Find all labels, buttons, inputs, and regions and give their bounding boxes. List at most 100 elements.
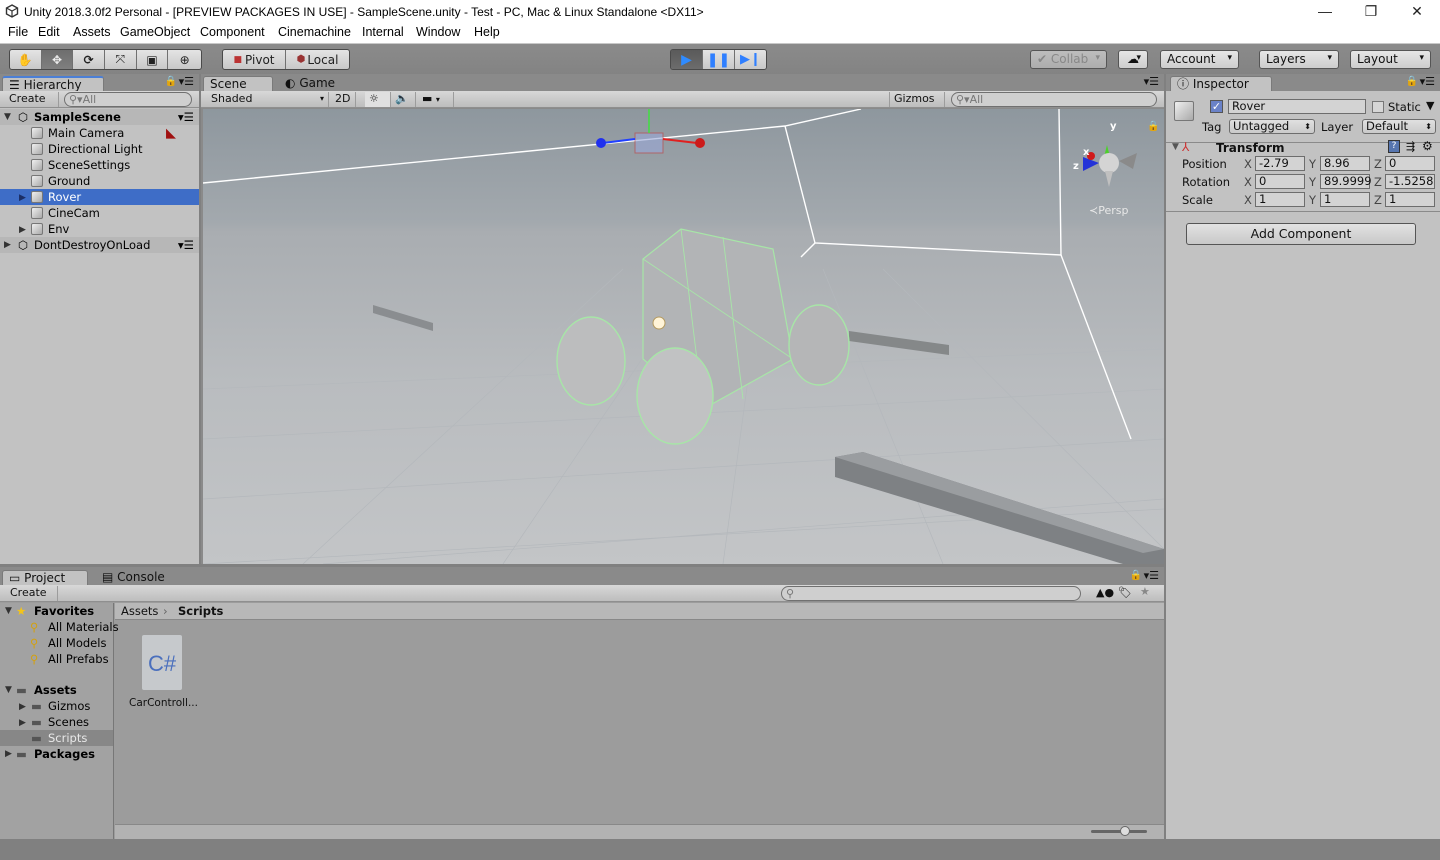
gameobject-icon[interactable]	[1174, 101, 1194, 121]
projection-toggle[interactable]: ≺Persp	[1089, 204, 1128, 217]
position-x-field[interactable]: -2.79	[1255, 156, 1305, 171]
menu-help[interactable]: Help	[474, 25, 500, 39]
hierarchy-item[interactable]: Directional Light	[0, 141, 199, 157]
lock-icon[interactable]: 🔒	[1406, 76, 1418, 87]
scale-y-field[interactable]: 1	[1320, 192, 1370, 207]
packages-row[interactable]: ▶ ▬ Packages	[0, 746, 113, 762]
lighting-toggle[interactable]: ☼	[365, 92, 391, 107]
scene-root-row[interactable]: ▼ ⬡ SampleScene ▾☰	[0, 109, 199, 125]
panel-menu-icon[interactable]: ▾☰	[1144, 75, 1159, 88]
restore-button[interactable]: ❐	[1348, 0, 1394, 24]
tab-hierarchy[interactable]: ☰ Hierarchy	[2, 76, 104, 92]
2d-toggle[interactable]: 2D	[331, 92, 356, 107]
gizmo-lock-icon[interactable]: 🔒	[1147, 121, 1159, 132]
rotation-x-field[interactable]: 0	[1255, 174, 1305, 189]
pause-button[interactable]: ❚❚	[703, 50, 735, 69]
asset-folder-item[interactable]: ▶ ▬ Scenes	[0, 714, 113, 730]
gear-icon[interactable]: ⚙	[1422, 139, 1433, 153]
lock-icon[interactable]: 🔒	[165, 76, 177, 87]
asset-folder-item[interactable]: ▬ Scripts	[0, 730, 113, 746]
menu-component[interactable]: Component	[200, 25, 265, 39]
favorite-item[interactable]: ⚲ All Prefabs	[0, 651, 113, 667]
add-component-button[interactable]: Add Component	[1186, 223, 1416, 245]
filter-by-label-icon[interactable]: 🏷	[1118, 586, 1132, 599]
expand-arrow-icon[interactable]: ▶	[19, 715, 26, 731]
tab-project[interactable]: ▭ Project	[2, 570, 88, 585]
project-create-button[interactable]: Create ▾	[6, 586, 58, 613]
tab-game[interactable]: ◐ Game	[279, 76, 349, 91]
layers-dropdown[interactable]: Layers	[1259, 50, 1339, 69]
hierarchy-item[interactable]: SceneSettings	[0, 157, 199, 173]
position-y-field[interactable]: 8.96	[1320, 156, 1370, 171]
cloud-button[interactable]: ☁	[1118, 50, 1148, 69]
filter-by-type-icon[interactable]: ▲●	[1096, 586, 1114, 599]
orientation-gizmo[interactable]	[1083, 145, 1137, 187]
tab-scene[interactable]: Scene	[203, 76, 273, 91]
object-name-field[interactable]: Rover	[1228, 99, 1366, 114]
expand-arrow-icon[interactable]: ▶	[19, 190, 26, 206]
rotation-y-field[interactable]: 89.9999	[1320, 174, 1372, 189]
project-search-input[interactable]: ⚲	[781, 586, 1081, 601]
panel-menu-icon[interactable]: ▾☰	[1144, 569, 1159, 582]
collab-dropdown[interactable]: ✔ Collab	[1030, 50, 1107, 69]
rotation-z-field[interactable]: -1.5258	[1385, 174, 1435, 189]
hand-tool-button[interactable]: ✋	[10, 50, 42, 69]
scene-viewport[interactable]: y x z 🔒 ≺Persp	[203, 109, 1164, 564]
lock-icon[interactable]: 🔒	[1130, 570, 1142, 581]
collapse-arrow-icon[interactable]: ▼	[1172, 142, 1179, 152]
menu-window[interactable]: Window	[416, 25, 460, 39]
rect-tool-button[interactable]: ▣	[137, 50, 169, 69]
tab-console[interactable]: ▤ Console	[96, 570, 176, 585]
scene-menu-icon[interactable]: ▾☰	[178, 237, 194, 253]
active-checkbox[interactable]: ✓	[1210, 100, 1223, 113]
transform-tool-button[interactable]: ⊕	[168, 50, 201, 69]
pivot-button[interactable]: ■ Pivot	[223, 50, 287, 69]
scale-tool-button[interactable]: ⤧	[105, 50, 137, 69]
menu-edit[interactable]: Edit	[38, 25, 60, 39]
favorite-item[interactable]: ⚲ All Models	[0, 635, 113, 651]
asset-folder-item[interactable]: ▶ ▬ Gizmos	[0, 698, 113, 714]
tab-inspector[interactable]: ⓘ Inspector	[1170, 76, 1272, 91]
preset-icon[interactable]: ⇶	[1406, 140, 1415, 153]
scene-menu-icon[interactable]: ▾☰	[178, 109, 194, 125]
expand-arrow-icon[interactable]: ▼	[4, 109, 11, 125]
static-checkbox[interactable]	[1372, 101, 1384, 113]
audio-toggle[interactable]: 🔈	[391, 92, 416, 107]
effects-dropdown[interactable]: ▬ ▾	[418, 92, 454, 107]
asset-file-item[interactable]: C# CarControll...	[128, 635, 198, 715]
favorites-row[interactable]: ▼ ★ Favorites	[0, 603, 113, 619]
hierarchy-item[interactable]: ▶ Rover	[0, 189, 199, 205]
hierarchy-item[interactable]: Ground	[0, 173, 199, 189]
layout-dropdown[interactable]: Layout	[1350, 50, 1431, 69]
favorite-item[interactable]: ⚲ All Materials	[0, 619, 119, 635]
position-z-field[interactable]: 0	[1385, 156, 1435, 171]
expand-arrow-icon[interactable]: ▶	[19, 222, 26, 238]
expand-arrow-icon[interactable]: ▶	[4, 237, 11, 253]
move-tool-button[interactable]: ✥	[41, 50, 74, 69]
local-button[interactable]: ⬢ Local	[286, 50, 349, 69]
breadcrumb-assets[interactable]: Assets	[121, 603, 158, 619]
tag-dropdown[interactable]: Untagged ⬍	[1229, 119, 1315, 134]
static-dropdown-icon[interactable]: ▼	[1426, 99, 1434, 112]
layer-dropdown[interactable]: Default ⬍	[1362, 119, 1436, 134]
scale-x-field[interactable]: 1	[1255, 192, 1305, 207]
menu-cinemachine[interactable]: Cinemachine	[278, 25, 351, 39]
scale-z-field[interactable]: 1	[1385, 192, 1435, 207]
play-button[interactable]: ▶	[671, 50, 703, 69]
account-dropdown[interactable]: Account	[1160, 50, 1239, 69]
panel-menu-icon[interactable]: ▾☰	[179, 75, 194, 88]
help-icon[interactable]: ?	[1388, 140, 1400, 153]
favorite-star-icon[interactable]: ★	[1140, 585, 1150, 598]
step-button[interactable]: ▶❙	[735, 50, 766, 69]
hierarchy-create-button[interactable]: Create ▾	[5, 92, 59, 119]
hierarchy-item[interactable]: ▶ Env	[0, 221, 199, 237]
dontdestroy-row[interactable]: ▶ ⬡ DontDestroyOnLoad ▾☰	[0, 237, 199, 253]
hierarchy-search-input[interactable]: ⚲▾All	[64, 92, 192, 107]
minimize-button[interactable]: —	[1302, 0, 1348, 24]
panel-menu-icon[interactable]: ▾☰	[1420, 75, 1435, 88]
expand-arrow-icon[interactable]: ▶	[19, 699, 26, 715]
icon-size-slider-thumb[interactable]	[1119, 826, 1130, 836]
shading-mode-dropdown[interactable]: Shaded ▾	[207, 92, 329, 107]
menu-gameobject[interactable]: GameObject	[120, 25, 190, 39]
scene-search-input[interactable]: ⚲▾All	[951, 92, 1157, 107]
